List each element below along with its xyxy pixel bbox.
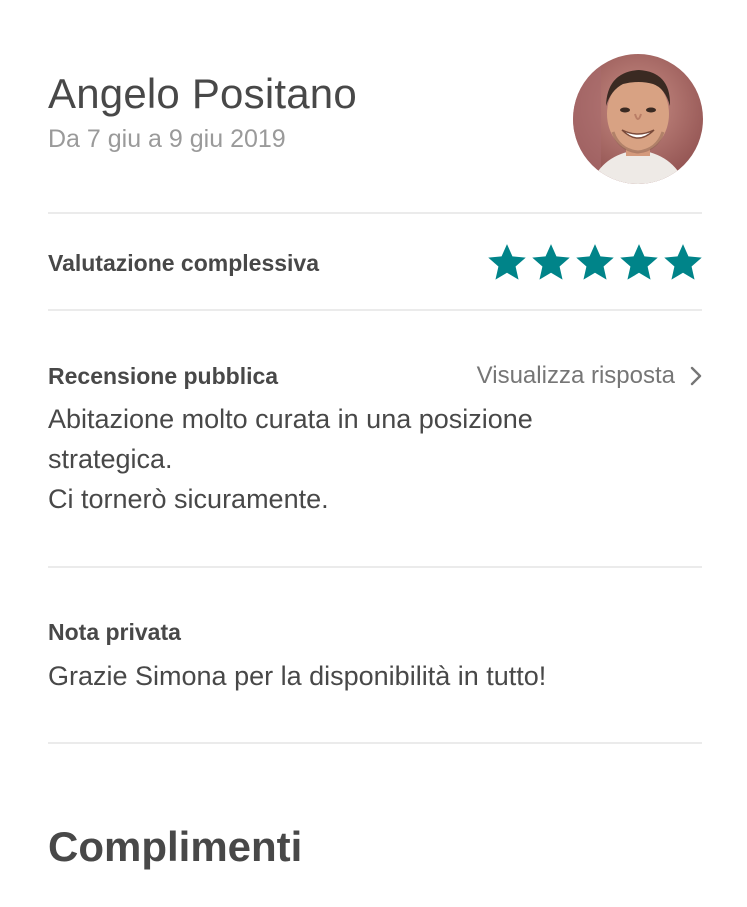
view-response-label: Visualizza risposta — [476, 362, 675, 389]
guest-name: Angelo Positano — [48, 70, 357, 117]
public-review-line: strategica. — [48, 444, 173, 474]
view-response-link[interactable]: Visualizza risposta — [477, 360, 703, 392]
review-detail-page: Angelo Positano Da 7 giu a 9 giu 2019 Va… — [0, 0, 747, 907]
stay-dates: Da 7 giu a 9 giu 2019 — [48, 125, 286, 153]
chevron-right-icon — [690, 366, 702, 386]
private-note-text: Grazie Simona per la disponibilità in tu… — [48, 656, 688, 696]
star-icon — [620, 244, 658, 280]
star-icon — [576, 244, 614, 280]
guest-photo — [573, 54, 703, 184]
divider — [48, 212, 702, 214]
private-note-line: Grazie Simona per la disponibilità in tu… — [48, 661, 547, 691]
star-icon — [488, 244, 526, 280]
star-icon — [532, 244, 570, 280]
public-review-title: Recensione pubblica — [48, 363, 279, 389]
public-review-text: Abitazione molto curata in una posizione… — [48, 399, 688, 519]
overall-rating-stars — [486, 242, 704, 284]
avatar[interactable] — [573, 54, 703, 184]
star-icon — [664, 244, 702, 280]
overall-rating-label: Valutazione complessiva — [48, 250, 320, 276]
private-note-title: Nota privata — [48, 619, 181, 645]
divider — [48, 309, 702, 311]
divider — [48, 742, 702, 744]
public-review-line: Ci tornerò sicuramente. — [48, 484, 329, 514]
compliments-heading: Complimenti — [48, 823, 303, 870]
public-review-line: Abitazione molto curata in una posizione — [48, 404, 533, 434]
divider — [48, 566, 702, 568]
